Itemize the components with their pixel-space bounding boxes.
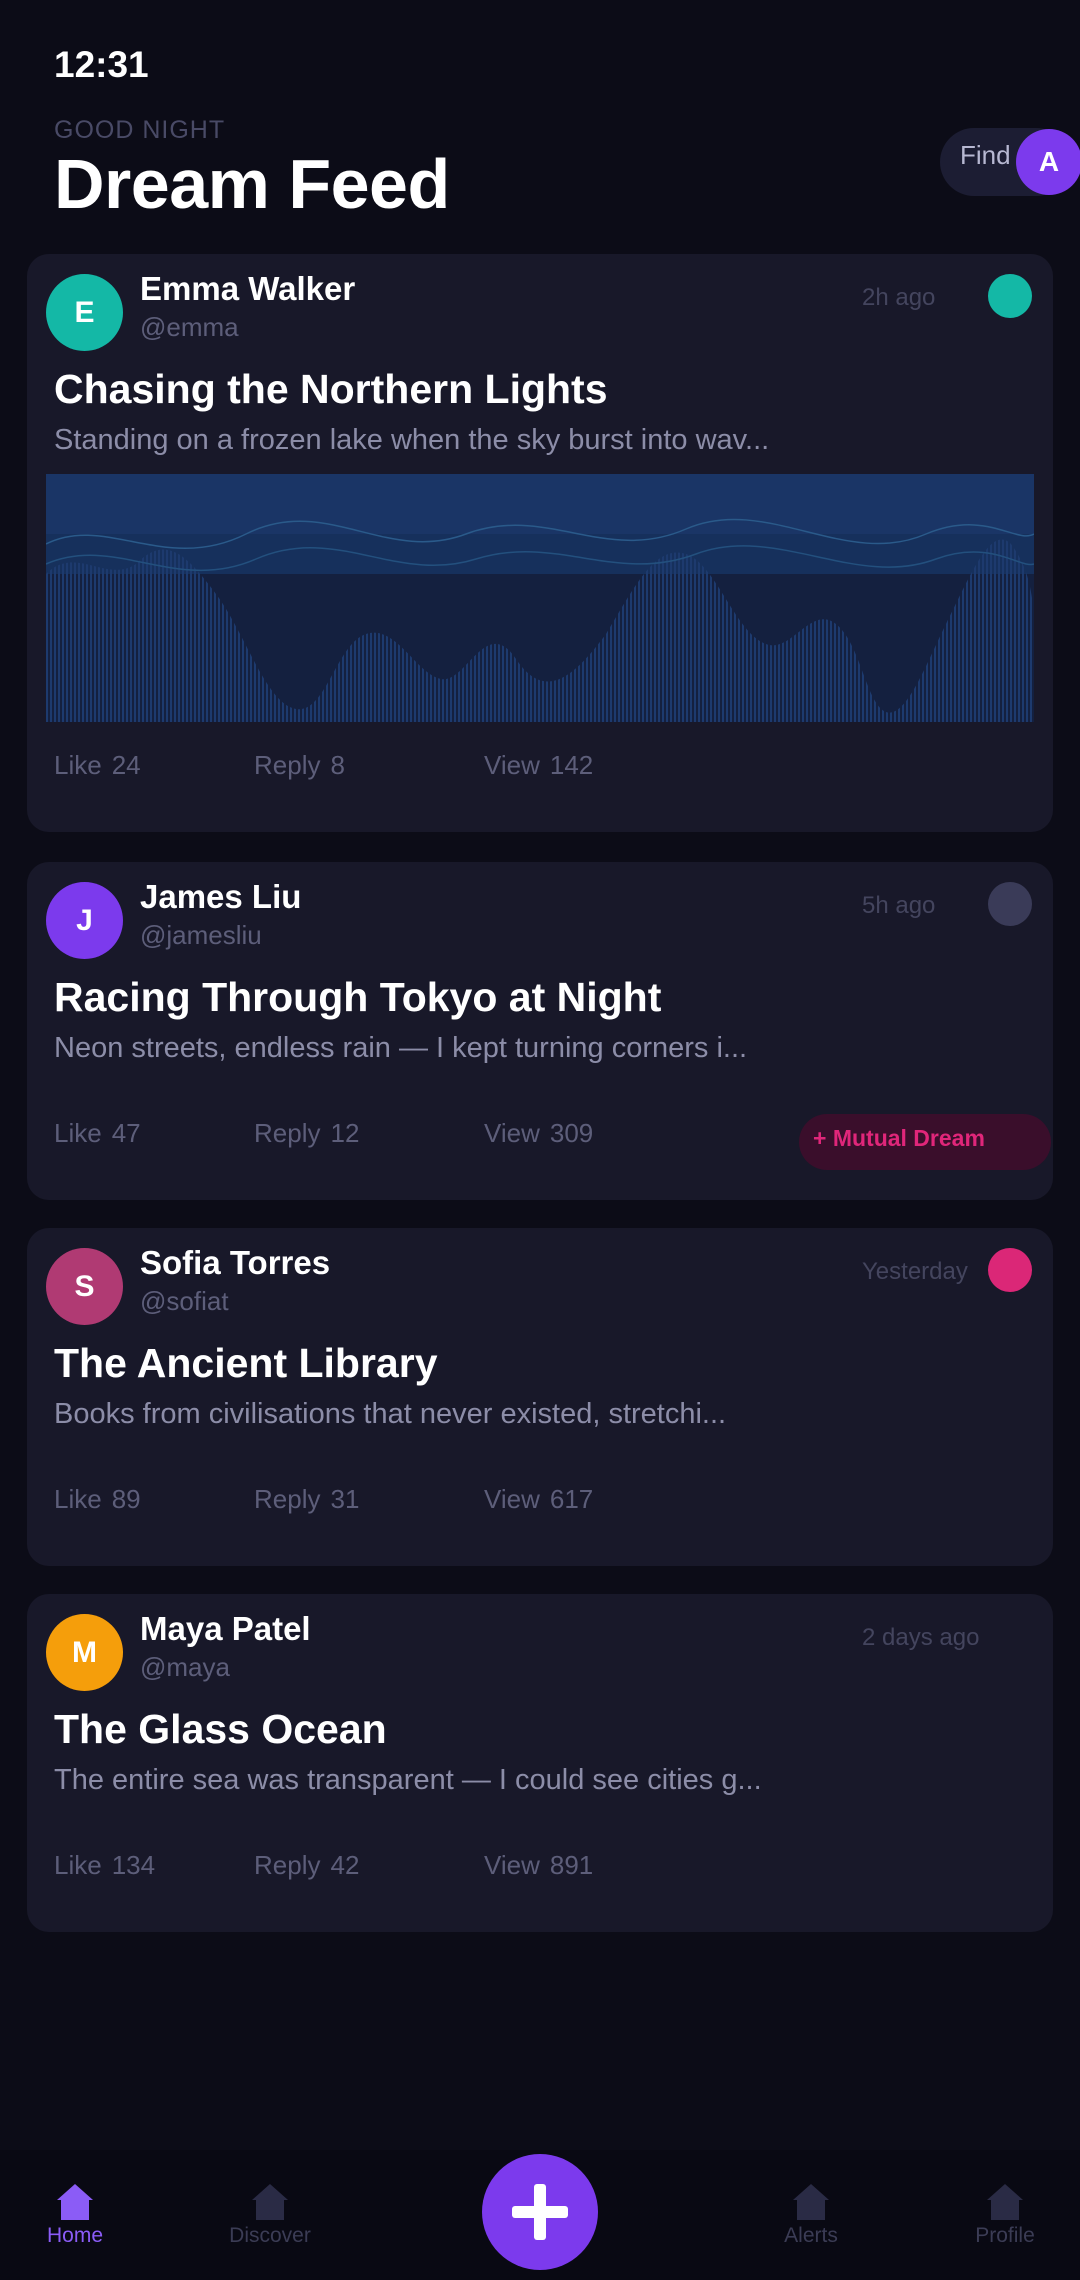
reply-label: Reply	[254, 1484, 321, 1514]
discover-icon	[252, 2184, 288, 2220]
page-title: Dream Feed	[54, 145, 450, 223]
nav-home[interactable]: Home	[0, 2182, 155, 2248]
post-timestamp: 5h ago	[862, 892, 936, 919]
nav-label: Discover	[229, 2224, 311, 2247]
status-dot	[988, 882, 1032, 926]
reply-stat[interactable]: Reply 42	[254, 1850, 359, 1881]
reply-stat[interactable]: Reply 8	[254, 750, 345, 781]
view-count: 309	[549, 1118, 594, 1148]
avatar[interactable]: S	[46, 1248, 123, 1325]
reply-count: 12	[330, 1118, 360, 1148]
like-label: Like	[54, 1484, 102, 1514]
view-stat[interactable]: View 309	[484, 1118, 593, 1149]
nav-profile[interactable]: Profile	[925, 2182, 1080, 2248]
profile-icon	[987, 2184, 1023, 2220]
post-timestamp: Yesterday	[862, 1258, 968, 1285]
post-card[interactable]: S Sofia Torres @sofiat Yesterday The Anc…	[27, 1228, 1053, 1566]
avatar[interactable]: E	[46, 274, 123, 351]
view-count: 617	[549, 1484, 594, 1514]
like-count: 47	[111, 1118, 141, 1148]
reply-count: 42	[330, 1850, 360, 1880]
avatar[interactable]: J	[46, 882, 123, 959]
nav-label: Alerts	[784, 2224, 838, 2247]
like-stat[interactable]: Like 24	[54, 750, 141, 781]
dream-waveform-image	[46, 474, 1034, 722]
author-handle: @emma	[140, 312, 239, 342]
view-stat[interactable]: View 142	[484, 750, 593, 781]
like-stat[interactable]: Like 89	[54, 1484, 141, 1515]
reply-label: Reply	[254, 1118, 321, 1148]
view-stat[interactable]: View 617	[484, 1484, 593, 1515]
avatar[interactable]: M	[46, 1614, 123, 1691]
plus-icon	[512, 2184, 568, 2240]
post-title[interactable]: The Glass Ocean	[54, 1706, 387, 1753]
like-count: 134	[111, 1850, 156, 1880]
author-handle: @maya	[140, 1652, 230, 1682]
reply-label: Reply	[254, 750, 321, 780]
mutual-dream-badge[interactable]: + Mutual Dream	[799, 1114, 1051, 1170]
status-bar-time: 12:31	[54, 44, 149, 85]
greeting-text: GOOD NIGHT	[54, 116, 226, 144]
nav-label: Profile	[975, 2224, 1035, 2247]
status-dot	[988, 1248, 1032, 1292]
author-name[interactable]: James Liu	[140, 878, 301, 916]
like-count: 89	[111, 1484, 141, 1514]
like-label: Like	[54, 1118, 102, 1148]
post-excerpt: Neon streets, endless rain — I kept turn…	[54, 1032, 748, 1064]
reply-label: Reply	[254, 1850, 321, 1880]
view-count: 142	[549, 750, 594, 780]
author-handle: @sofiat	[140, 1286, 229, 1316]
view-stat[interactable]: View 891	[484, 1850, 593, 1881]
like-count: 24	[111, 750, 141, 780]
status-dot	[988, 274, 1032, 318]
post-title[interactable]: Chasing the Northern Lights	[54, 366, 608, 413]
author-handle: @jamesliu	[140, 920, 262, 950]
post-timestamp: 2 days ago	[862, 1624, 980, 1651]
nav-discover[interactable]: Discover	[190, 2182, 350, 2248]
nav-label: Home	[46, 2224, 104, 2247]
dream-feed-screen: 12:31 GOOD NIGHT Dream Feed Find A E Emm…	[0, 0, 1080, 2280]
view-count: 891	[549, 1850, 594, 1880]
account-avatar[interactable]: A	[1016, 129, 1080, 195]
post-excerpt: The entire sea was transparent — I could…	[54, 1764, 762, 1796]
like-label: Like	[54, 1850, 102, 1880]
reply-stat[interactable]: Reply 31	[254, 1484, 359, 1515]
alerts-icon	[793, 2184, 829, 2220]
post-excerpt: Books from civilisations that never exis…	[54, 1398, 727, 1430]
post-card[interactable]: M Maya Patel @maya 2 days ago The Glass …	[27, 1594, 1053, 1932]
author-name[interactable]: Maya Patel	[140, 1610, 311, 1648]
like-stat[interactable]: Like 134	[54, 1850, 155, 1881]
nav-alerts[interactable]: Alerts	[731, 2182, 891, 2248]
author-name[interactable]: Sofia Torres	[140, 1244, 330, 1282]
home-icon	[57, 2184, 93, 2220]
view-label: View	[484, 1118, 540, 1148]
like-label: Like	[54, 750, 102, 780]
post-excerpt: Standing on a frozen lake when the sky b…	[54, 424, 770, 456]
post-title[interactable]: Racing Through Tokyo at Night	[54, 974, 661, 1021]
reply-stat[interactable]: Reply 12	[254, 1118, 359, 1149]
like-stat[interactable]: Like 47	[54, 1118, 141, 1149]
post-title[interactable]: The Ancient Library	[54, 1340, 438, 1387]
post-timestamp: 2h ago	[862, 284, 936, 311]
post-card[interactable]: J James Liu @jamesliu 5h ago Racing Thro…	[27, 862, 1053, 1200]
view-label: View	[484, 750, 540, 780]
new-dream-button[interactable]	[482, 2154, 598, 2270]
post-card[interactable]: E Emma Walker @emma 2h ago Chasing the N…	[27, 254, 1053, 832]
view-label: View	[484, 1484, 540, 1514]
reply-count: 31	[330, 1484, 360, 1514]
author-name[interactable]: Emma Walker	[140, 270, 355, 308]
view-label: View	[484, 1850, 540, 1880]
reply-count: 8	[330, 750, 345, 780]
